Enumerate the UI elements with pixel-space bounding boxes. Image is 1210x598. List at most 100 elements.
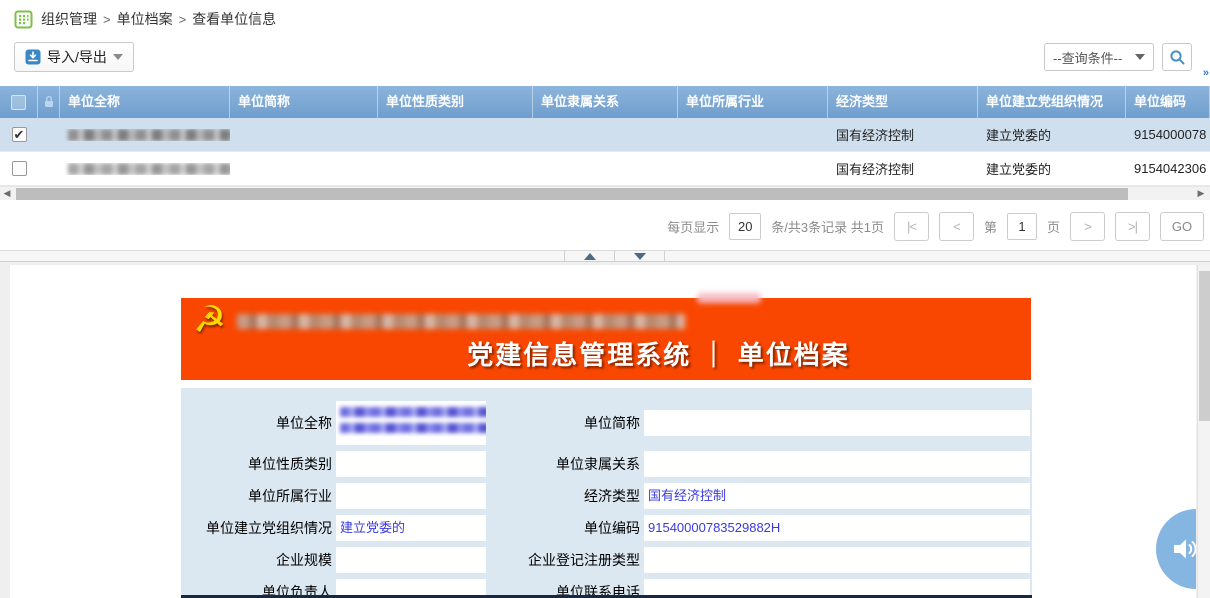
search-button[interactable] (1162, 43, 1192, 71)
form-row: 单位性质类别 单位隶属关系 (181, 450, 1032, 478)
cell-party-org-status: 建立党委的 (978, 159, 1126, 178)
import-export-icon (25, 49, 41, 65)
col-header-unit-short-name[interactable]: 单位简称 (230, 86, 378, 118)
row-checkbox[interactable] (12, 161, 27, 176)
prev-page-button[interactable]: < (939, 212, 974, 241)
triangle-down-icon (634, 253, 646, 260)
cell-unit-code: 9154042306 (1126, 161, 1210, 176)
toolbar: 导入/导出 --查询条件-- » (0, 40, 1210, 76)
lock-icon (43, 95, 55, 109)
breadcrumb-item-org-management[interactable]: 组织管理 (41, 9, 97, 29)
horizontal-scrollbar[interactable]: ◀ ▶ (0, 186, 1210, 200)
field-value-unit-code[interactable]: 91540000783529882H (644, 515, 1030, 541)
form-row: 单位建立党组织情况 建立党委的 单位编码 91540000783529882H (181, 514, 1032, 542)
field-value-unit-short-name[interactable] (644, 410, 1030, 436)
cell-economic-type: 国有经济控制 (828, 159, 978, 178)
detail-section: ☭ 党建信息管理系统 ｜ 单位档案 单位全称 单位简称 单位性质类别 单位隶属关… (0, 262, 1210, 598)
breadcrumb-item-unit-archive[interactable]: 单位档案 (117, 9, 173, 29)
unit-table: 单位全称 单位简称 单位性质类别 单位隶属关系 单位所属行业 经济类型 单位建立… (0, 86, 1210, 200)
cell-economic-type: 国有经济控制 (828, 125, 978, 144)
col-header-economic-type[interactable]: 经济类型 (828, 86, 978, 118)
per-page-label: 每页显示 (667, 217, 719, 236)
field-label-unit-affiliation: 单位隶属关系 (486, 454, 644, 474)
form-row: 企业规模 企业登记注册类型 (181, 546, 1032, 574)
horizontal-scrollbar-thumb[interactable] (16, 188, 1128, 200)
speaker-icon (1172, 536, 1196, 562)
redacted-blob (697, 293, 761, 303)
field-label-unit-full-name: 单位全称 (181, 413, 336, 433)
col-header-unit-nature[interactable]: 单位性质类别 (378, 86, 533, 118)
next-page-button[interactable]: > (1070, 212, 1105, 241)
scroll-left-icon[interactable]: ◀ (0, 187, 14, 200)
detail-banner-title: 党建信息管理系统 ｜ 单位档案 (181, 335, 1031, 372)
field-label-party-org-status: 单位建立党组织情况 (181, 518, 336, 538)
vertical-scrollbar[interactable] (1197, 265, 1210, 598)
query-condition-value: --查询条件-- (1053, 48, 1122, 67)
field-value-registration-type[interactable] (644, 547, 1030, 573)
cell-unit-code: 9154000078 (1126, 127, 1210, 142)
import-export-button[interactable]: 导入/导出 (14, 42, 134, 72)
last-page-button[interactable]: >| (1115, 212, 1150, 241)
redacted-org-name (237, 314, 685, 329)
unit-detail-form: 单位全称 单位简称 单位性质类别 单位隶属关系 单位所属行业 经济类型 国有经济… (181, 388, 1032, 598)
page-number-input[interactable] (1007, 213, 1037, 240)
field-value-economic-type[interactable]: 国有经济控制 (644, 483, 1030, 509)
col-header-unit-affiliation[interactable]: 单位隶属关系 (533, 86, 678, 118)
organization-icon (14, 10, 33, 29)
pagination-bar: 每页显示 条/共3条记录 共1页 |< < 第 页 > >| GO (0, 200, 1210, 252)
go-button[interactable]: GO (1160, 212, 1204, 241)
collapse-right-icon[interactable]: » (1203, 67, 1209, 79)
page-prefix-label: 第 (984, 217, 997, 236)
chevron-down-icon (113, 54, 123, 60)
splitter-collapse-up-button[interactable] (565, 251, 615, 261)
search-icon (1169, 49, 1186, 66)
field-label-unit-industry: 单位所属行业 (181, 486, 336, 506)
vertical-scrollbar-thumb[interactable] (1199, 271, 1210, 421)
redacted-value (340, 423, 486, 433)
field-label-unit-code: 单位编码 (486, 518, 644, 538)
field-label-enterprise-scale: 企业规模 (181, 550, 336, 570)
row-checkbox[interactable]: ✔ (12, 127, 27, 142)
form-row: 单位全称 单位简称 (181, 400, 1032, 446)
import-export-label: 导入/导出 (47, 47, 107, 67)
records-total-label: 条/共3条记录 共1页 (771, 217, 884, 236)
field-label-unit-nature: 单位性质类别 (181, 454, 336, 474)
per-page-input[interactable] (729, 213, 761, 240)
scroll-right-icon[interactable]: ▶ (1194, 187, 1208, 200)
field-value-unit-affiliation[interactable] (644, 451, 1030, 477)
select-all-checkbox[interactable] (11, 95, 26, 110)
first-page-button[interactable]: |< (894, 212, 929, 241)
redacted-unit-name (68, 163, 230, 175)
field-label-registration-type: 企业登记注册类型 (486, 550, 644, 570)
table-row[interactable]: 国有经济控制 建立党委的 9154042306 (0, 152, 1210, 186)
col-header-unit-code[interactable]: 单位编码 (1126, 86, 1210, 118)
text-to-speech-widget[interactable] (1156, 509, 1196, 589)
field-value-party-org-status[interactable]: 建立党委的 (336, 515, 486, 541)
page-suffix-label: 页 (1047, 217, 1060, 236)
field-value-unit-nature[interactable] (336, 451, 486, 477)
party-emblem-icon: ☭ (193, 300, 226, 340)
field-value-unit-full-name[interactable] (336, 401, 486, 445)
field-label-unit-short-name: 单位简称 (486, 413, 644, 433)
unit-detail-panel: ☭ 党建信息管理系统 ｜ 单位档案 单位全称 单位简称 单位性质类别 单位隶属关… (10, 265, 1196, 598)
splitter-collapse-down-button[interactable] (615, 251, 665, 261)
table-row[interactable]: ✔ 国有经济控制 建立党委的 9154000078 (0, 118, 1210, 152)
breadcrumb-separator: > (103, 12, 111, 27)
panel-splitter[interactable] (0, 250, 1210, 262)
table-header-row: 单位全称 单位简称 单位性质类别 单位隶属关系 单位所属行业 经济类型 单位建立… (0, 86, 1210, 118)
col-header-party-org-status[interactable]: 单位建立党组织情况 (978, 86, 1126, 118)
cell-party-org-status: 建立党委的 (978, 125, 1126, 144)
breadcrumb-separator: > (179, 12, 187, 27)
query-condition-select[interactable]: --查询条件-- (1044, 43, 1154, 71)
detail-banner: ☭ 党建信息管理系统 ｜ 单位档案 (181, 298, 1031, 380)
redacted-unit-name (68, 129, 230, 141)
col-header-unit-industry[interactable]: 单位所属行业 (678, 86, 828, 118)
chevron-down-icon (1135, 54, 1145, 60)
col-header-unit-full-name[interactable]: 单位全称 (60, 86, 230, 118)
breadcrumb: 组织管理 > 单位档案 > 查看单位信息 (0, 0, 1210, 38)
field-value-unit-industry[interactable] (336, 483, 486, 509)
form-row: 单位所属行业 经济类型 国有经济控制 (181, 482, 1032, 510)
page: { "breadcrumb": { "items": ["组织管理", "单位档… (0, 0, 1210, 598)
field-value-enterprise-scale[interactable] (336, 547, 486, 573)
redacted-value (340, 407, 486, 417)
